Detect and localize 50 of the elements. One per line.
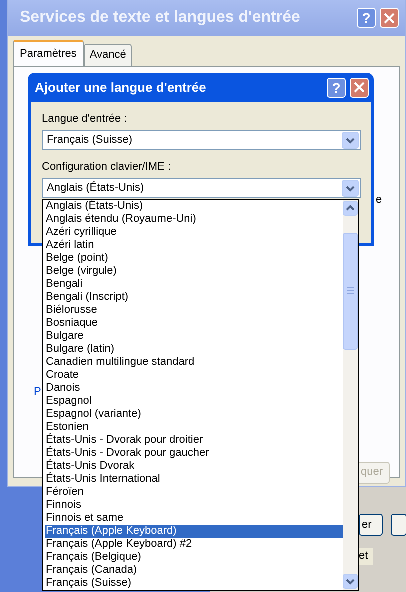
close-icon	[354, 82, 365, 93]
window-title: Services de texte et langues d'entrée	[20, 8, 302, 28]
dropdown-item[interactable]: Belge (virgule)	[45, 265, 343, 278]
dropdown-item[interactable]: Espagnol	[45, 395, 343, 408]
dropdown-item[interactable]: Bulgare	[45, 330, 343, 343]
close-button[interactable]	[350, 78, 369, 98]
dropdown-item[interactable]: Féroïen	[45, 486, 343, 499]
dropdown-item[interactable]: Français (Apple Keyboard) #2	[45, 538, 343, 551]
dropdown-item[interactable]: Bulgare (latin)	[45, 343, 343, 356]
dropdown-item[interactable]: États-Unis International	[45, 473, 343, 486]
dropdown-item[interactable]: Espagnol (variante)	[45, 408, 343, 421]
dropdown-item[interactable]: États-Unis - Dvorak pour droitier	[45, 434, 343, 447]
tab[interactable]: Paramètres	[13, 40, 84, 66]
combo-box[interactable]: Français (Suisse)	[42, 130, 361, 150]
scroll-up-button[interactable]	[343, 201, 358, 216]
dropdown-item[interactable]: Français (Suisse)	[45, 577, 343, 590]
dropdown-item[interactable]: Estonien	[45, 421, 343, 434]
text-fragment: et	[359, 548, 373, 565]
dropdown-item[interactable]: États-Unis - Dvorak pour gaucher	[45, 447, 343, 460]
window-title: Ajouter une langue d'entrée	[35, 78, 208, 97]
dropdown-item[interactable]: Azéri latin	[45, 239, 343, 252]
dropdown-item[interactable]: Finnois et same	[45, 512, 343, 525]
dropdown-item[interactable]: États-Unis Dvorak	[45, 460, 343, 473]
field-label: Langue d'entrée :	[42, 112, 128, 127]
dropdown-item[interactable]: Canadien multilingue standard	[45, 356, 343, 369]
dropdown-item[interactable]: Bengali (Inscript)	[45, 291, 343, 304]
dropdown-item[interactable]: Finnois	[45, 499, 343, 512]
dropdown-item[interactable]: Danois	[45, 382, 343, 395]
combo-box[interactable]: Anglais (États-Unis)	[42, 178, 361, 198]
dropdown-item[interactable]: Français (Canada)	[45, 564, 343, 577]
scroll-down-button[interactable]	[343, 574, 358, 589]
dropdown-item[interactable]: Français (Apple Keyboard)	[45, 525, 343, 538]
tab[interactable]: Avancé	[84, 44, 132, 66]
dropdown-item[interactable]: Croate	[45, 369, 343, 382]
close-icon	[384, 12, 395, 24]
dropdown-item[interactable]: Anglais (États-Unis)	[45, 200, 343, 213]
button-fragment[interactable]: er	[359, 514, 383, 536]
close-button[interactable]	[380, 8, 399, 28]
dropdown-item[interactable]: Anglais étendu (Royaume-Uni)	[45, 213, 343, 226]
scrollbar-thumb[interactable]	[343, 233, 358, 350]
dropdown-item[interactable]: Bengali	[45, 278, 343, 291]
field-label: Configuration clavier/IME :	[42, 160, 172, 175]
text-fragment: e	[376, 192, 382, 208]
dropdown-item[interactable]: Français (Belgique)	[45, 551, 343, 564]
button-fragment[interactable]	[391, 514, 406, 536]
dropdown-item[interactable]: Bosniaque	[45, 317, 343, 330]
group-label-fragment: P	[34, 384, 42, 398]
dropdown-item[interactable]: Belge (point)	[45, 252, 343, 265]
dropdown-item[interactable]: Biélorusse	[45, 304, 343, 317]
dropdown-item[interactable]: Azéri cyrillique	[45, 226, 343, 239]
